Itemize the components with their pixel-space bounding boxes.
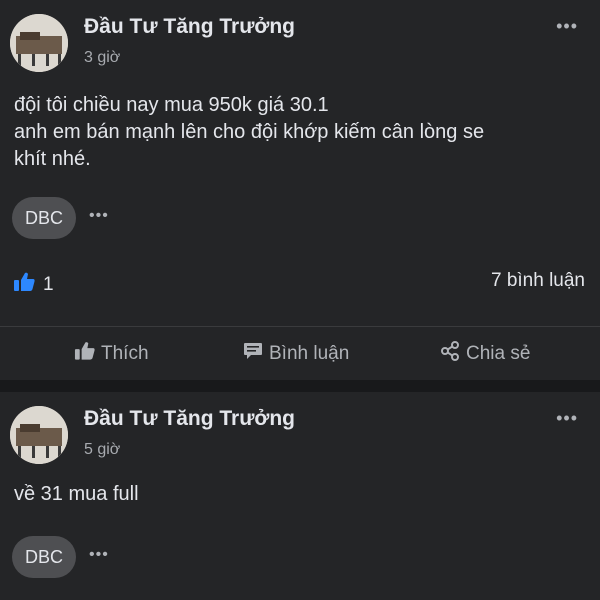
post-card: Đầu Tư Tăng Trưởng 5 giờ ••• về 31 mua f… — [0, 392, 600, 600]
post-card: Đầu Tư Tăng Trưởng 3 giờ ••• đội tôi chi… — [0, 0, 600, 380]
like-button[interactable]: Thích — [74, 340, 149, 368]
like-count[interactable]: 1 — [13, 272, 54, 298]
share-button[interactable]: Chia sẻ — [440, 340, 530, 368]
post-line: anh em bán mạnh lên cho đội khớp kiếm câ… — [14, 121, 485, 143]
comment-button-label: Bình luận — [269, 343, 350, 364]
avatar[interactable] — [10, 14, 68, 72]
post-time[interactable]: 3 giờ — [84, 49, 120, 67]
post-line: về 31 mua full — [14, 483, 139, 505]
post-line: đội tôi chiều nay mua 950k giá 30.1 — [14, 94, 329, 116]
post-line: khít nhé. — [14, 148, 91, 170]
stock-tag[interactable]: DBC — [12, 536, 77, 578]
author-name[interactable]: Đầu Tư Tăng Trưởng — [84, 15, 295, 39]
more-icon[interactable]: ••• — [556, 408, 578, 429]
tag-more-icon[interactable]: ••• — [89, 546, 109, 564]
comment-count[interactable]: 7 bình luận — [491, 270, 585, 292]
post-body: về 31 mua full — [14, 481, 589, 508]
thumb-up-icon — [74, 341, 95, 367]
comment-button[interactable]: Bình luận — [243, 340, 349, 368]
like-count-value: 1 — [43, 274, 54, 295]
stock-tag[interactable]: DBC — [12, 197, 77, 239]
tag-more-icon[interactable]: ••• — [89, 207, 109, 225]
like-button-label: Thích — [101, 343, 149, 364]
like-icon — [13, 272, 35, 298]
post-time[interactable]: 5 giờ — [84, 441, 120, 459]
share-icon — [440, 341, 460, 367]
author-name[interactable]: Đầu Tư Tăng Trưởng — [84, 407, 295, 431]
share-button-label: Chia sẻ — [466, 343, 531, 364]
more-icon[interactable]: ••• — [556, 16, 578, 37]
avatar[interactable] — [10, 406, 68, 464]
divider — [0, 326, 600, 327]
comment-icon — [243, 342, 263, 367]
post-body: đội tôi chiều nay mua 950k giá 30.1 anh … — [14, 92, 589, 173]
